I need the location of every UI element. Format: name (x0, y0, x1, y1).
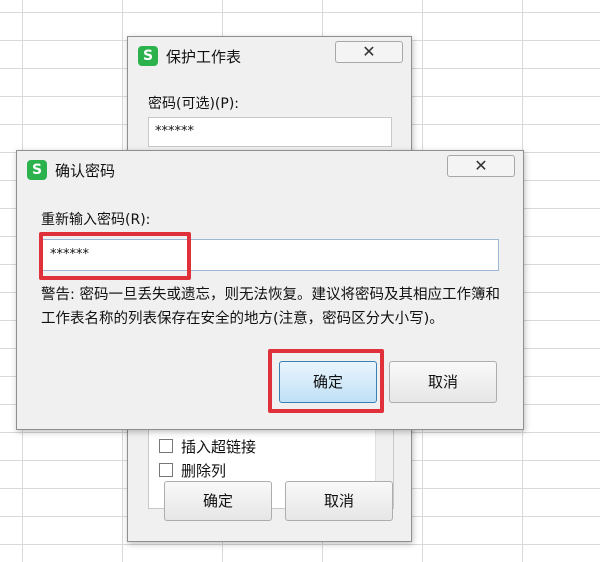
list-item-label: 删除列 (181, 461, 227, 480)
close-icon[interactable]: ✕ (335, 41, 403, 63)
reenter-password-label: 重新输入密码(R): (41, 212, 151, 228)
list-item[interactable]: 插入超链接 (159, 436, 256, 456)
password-input[interactable]: ****** (148, 117, 392, 147)
app-icon: S (27, 160, 47, 180)
cancel-button[interactable]: 取消 (285, 481, 393, 521)
confirm-password-dialog: S 确认密码 ✕ 重新输入密码(R): ****** 警告: 密码一旦丢失或遗忘… (16, 150, 524, 430)
checkbox[interactable] (159, 463, 173, 477)
cancel-button[interactable]: 取消 (389, 361, 497, 403)
list-item[interactable]: 删除列 (159, 460, 226, 480)
protect-sheet-title: 保护工作表 (166, 47, 242, 66)
protect-sheet-titlebar[interactable]: S 保护工作表 ✕ (128, 37, 411, 75)
password-label: 密码(可选)(P): (148, 96, 240, 112)
warning-text: 警告: 密码一旦丢失或遗忘，则无法恢复。建议将密码及其相应工作簿和工作表名称的列… (41, 287, 500, 327)
checkbox[interactable] (159, 439, 173, 453)
ok-button[interactable]: 确定 (164, 481, 272, 521)
list-item-label: 插入超链接 (181, 437, 257, 456)
confirm-password-title: 确认密码 (55, 161, 116, 180)
confirm-password-titlebar[interactable]: S 确认密码 ✕ (17, 151, 523, 189)
highlight-box (268, 349, 384, 413)
app-icon: S (138, 46, 158, 66)
highlight-box (39, 232, 191, 280)
close-icon[interactable]: ✕ (447, 155, 515, 177)
